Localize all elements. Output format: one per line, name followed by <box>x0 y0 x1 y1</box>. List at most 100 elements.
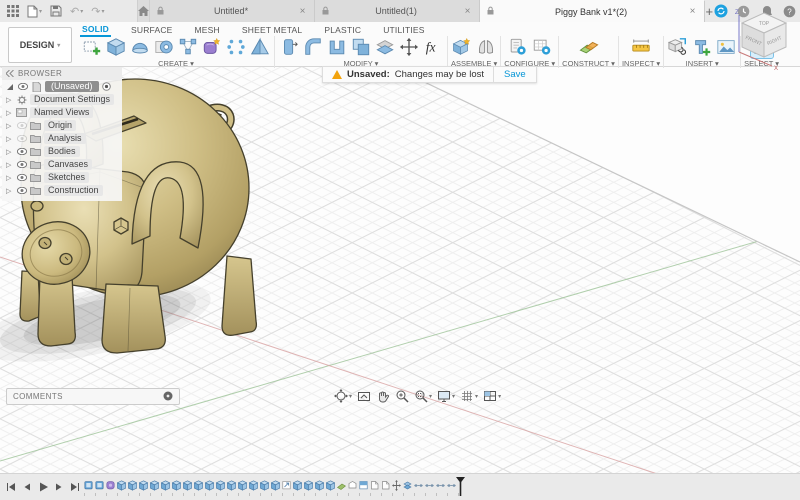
insert-derive-icon[interactable] <box>667 36 689 58</box>
tab-plastic[interactable]: PLASTIC <box>322 24 363 36</box>
timeline-feature-form[interactable] <box>106 480 115 491</box>
expand-arrow-icon[interactable]: ▷ <box>6 96 13 104</box>
timeline-feature-cube[interactable] <box>238 479 247 491</box>
timeline-feature-joint[interactable] <box>425 480 434 491</box>
browser-item-sketches[interactable]: ▷ Sketches <box>2 171 122 184</box>
tab-surface[interactable]: SURFACE <box>129 24 175 36</box>
collapse-panel-icon[interactable] <box>6 70 14 77</box>
shell-icon[interactable] <box>326 36 348 58</box>
timeline-feature-cube[interactable] <box>139 479 148 491</box>
create-form-icon[interactable] <box>201 36 223 58</box>
visibility-eye-icon[interactable] <box>16 174 27 181</box>
tab-mesh[interactable]: MESH <box>193 24 222 36</box>
timeline-feature-loft[interactable] <box>370 480 379 491</box>
browser-item-bodies[interactable]: ▷ Bodies <box>2 145 122 158</box>
visibility-eye-icon[interactable] <box>17 83 28 90</box>
new-document-button[interactable]: + <box>705 0 713 22</box>
timeline-skip-end-button[interactable] <box>69 480 81 492</box>
visibility-eye-icon[interactable] <box>16 122 27 129</box>
app-grid-icon[interactable] <box>4 2 22 20</box>
combine-icon[interactable] <box>350 36 372 58</box>
document-tab[interactable]: Piggy Bank v1*(2) × <box>480 0 706 22</box>
move-copy-icon[interactable] <box>398 36 420 58</box>
timeline-feature-cube[interactable] <box>260 479 269 491</box>
group-label-create[interactable]: CREATE ▾ <box>158 59 194 68</box>
timeline-feature-cube[interactable] <box>128 479 137 491</box>
group-label-insert[interactable]: INSERT ▾ <box>686 59 719 68</box>
expand-arrow-icon[interactable]: ▷ <box>6 187 13 195</box>
joint-icon[interactable] <box>475 36 497 58</box>
timeline-feature-cube[interactable] <box>117 479 126 491</box>
split-body-icon[interactable] <box>374 36 396 58</box>
timeline-feature-joint[interactable] <box>436 480 445 491</box>
visibility-eye-icon[interactable] <box>16 161 27 168</box>
expanded-arrow-icon[interactable] <box>6 83 14 91</box>
timeline-feature-move[interactable] <box>392 479 401 491</box>
job-status-icon[interactable] <box>713 4 728 19</box>
visibility-eye-icon[interactable] <box>16 135 27 142</box>
browser-item-construction[interactable]: ▷ Construction <box>2 184 122 197</box>
timeline-position-marker[interactable] <box>456 477 465 496</box>
tab-sheet-metal[interactable]: SHEET METAL <box>240 24 304 36</box>
expand-arrow-icon[interactable]: ▷ <box>6 109 13 117</box>
document-tab[interactable]: Untitled(1) × <box>315 0 481 22</box>
group-label-inspect[interactable]: INSPECT ▾ <box>622 59 660 68</box>
timeline-feature-cube[interactable] <box>227 479 236 491</box>
timeline-feature-sketch[interactable] <box>95 480 104 491</box>
browser-item-analysis[interactable]: ▷ Analysis <box>2 132 122 145</box>
timeline-step-forward-button[interactable] <box>53 480 65 492</box>
construct-plane-icon[interactable] <box>578 36 600 58</box>
timeline-feature-cube[interactable] <box>172 479 181 491</box>
close-tab-icon[interactable]: × <box>298 6 308 17</box>
view-cube[interactable]: Z X TOP FRONT RIGHT <box>732 6 794 72</box>
configuration-icon[interactable] <box>507 36 529 58</box>
timeline-feature-sketchw[interactable] <box>348 480 357 491</box>
loft-icon[interactable] <box>249 36 271 58</box>
save-icon[interactable] <box>47 2 65 20</box>
document-tab[interactable]: Untitled* × <box>150 0 316 22</box>
timeline-feature-cube[interactable] <box>326 479 335 491</box>
timeline-feature-joint[interactable] <box>447 480 456 491</box>
browser-item-named-views[interactable]: ▷ Named Views <box>2 106 122 119</box>
timeline-feature-cube[interactable] <box>216 479 225 491</box>
timeline-feature-loft[interactable] <box>381 480 390 491</box>
timeline-feature-cube[interactable] <box>161 479 170 491</box>
timeline-play-button[interactable] <box>37 480 49 492</box>
save-link[interactable]: Save <box>494 66 537 83</box>
pattern-icon[interactable] <box>225 36 247 58</box>
timeline-feature-cube[interactable] <box>249 479 258 491</box>
timeline-step-back-button[interactable] <box>21 480 33 492</box>
visibility-eye-icon[interactable] <box>16 148 27 155</box>
close-tab-icon[interactable]: × <box>463 6 473 17</box>
create-sketch-icon[interactable] <box>81 36 103 58</box>
workspace-switcher[interactable]: DESIGN ▾ <box>8 27 72 63</box>
timeline-feature-cube[interactable] <box>315 479 324 491</box>
insert-into-design-icon[interactable] <box>691 36 713 58</box>
zoom-icon[interactable] <box>394 388 410 404</box>
configuration-table-icon[interactable] <box>531 36 553 58</box>
expand-arrow-icon[interactable]: ▷ <box>6 135 13 143</box>
file-home-tab[interactable] <box>137 0 151 22</box>
close-tab-icon[interactable]: × <box>688 6 698 17</box>
timeline-feature-cubearrow[interactable] <box>282 480 291 491</box>
timeline-feature-cube[interactable] <box>304 479 313 491</box>
undo-icon[interactable]: ↶ ▾ <box>67 2 86 20</box>
orbit-icon[interactable]: ▾ <box>333 388 353 404</box>
tab-utilities[interactable]: UTILITIES <box>381 24 426 36</box>
timeline-feature-cube[interactable] <box>194 479 203 491</box>
tab-solid[interactable]: SOLID <box>80 23 111 37</box>
comment-count-icon[interactable] <box>163 391 173 403</box>
extrude-icon[interactable] <box>105 36 127 58</box>
timeline-feature-sketch[interactable] <box>84 480 93 491</box>
timeline-feature-combine[interactable] <box>403 480 412 491</box>
browser-item-origin[interactable]: ▷ Origin <box>2 119 122 132</box>
timeline-skip-start-button[interactable] <box>5 480 17 492</box>
timeline-feature-cube[interactable] <box>271 479 280 491</box>
browser-root-row[interactable]: (Unsaved) <box>2 80 122 93</box>
expand-arrow-icon[interactable]: ▷ <box>6 174 13 182</box>
fillet-icon[interactable] <box>302 36 324 58</box>
timeline-feature-cube[interactable] <box>183 479 192 491</box>
new-component-icon[interactable] <box>451 36 473 58</box>
sweep-icon[interactable] <box>153 36 175 58</box>
visibility-eye-icon[interactable] <box>16 187 27 194</box>
